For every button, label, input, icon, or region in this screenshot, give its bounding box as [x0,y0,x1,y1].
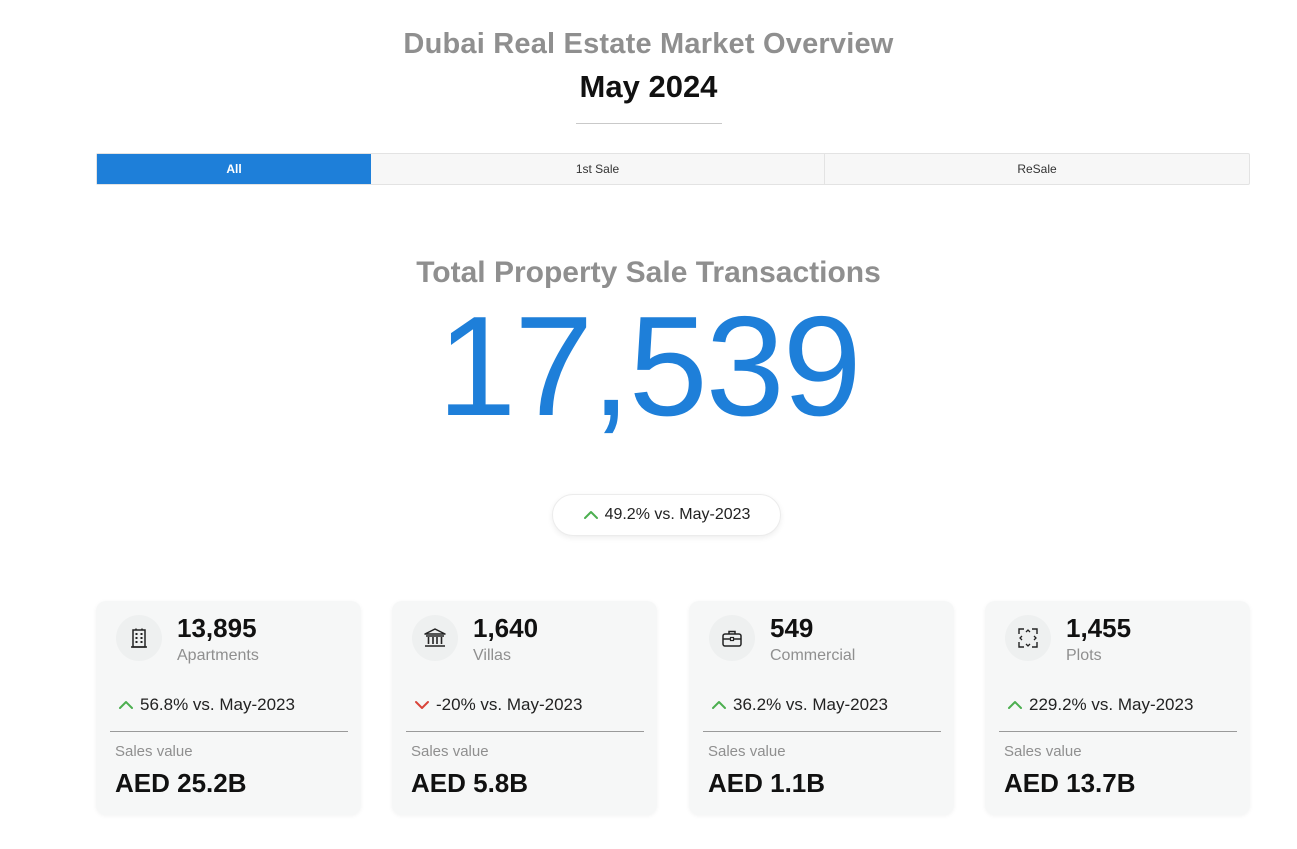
trend-up-icon [711,699,727,711]
trend-up-icon [118,699,134,711]
tab-resale[interactable]: ReSale [825,154,1249,184]
tab-all[interactable]: All [97,154,371,184]
villa-bank-icon [412,615,458,661]
commercial-sales-value: AED 1.1B [708,768,826,798]
commercial-change-text: 36.2% vs. May-2023 [733,695,888,714]
apartments-change: 56.8% vs. May-2023 [118,695,348,715]
commercial-change: 36.2% vs. May-2023 [711,695,941,715]
briefcase-icon [709,615,755,661]
sale-type-tabs: All 1st Sale ReSale [96,153,1250,185]
card-divider [999,731,1237,732]
plots-change: 229.2% vs. May-2023 [1007,695,1237,715]
trend-up-icon [583,509,599,521]
title-divider [575,123,722,124]
villas-card: 1,640 Villas -20% vs. May-2023 Sales val… [392,601,657,815]
villas-change: -20% vs. May-2023 [414,695,644,715]
apartments-sales-value: AED 25.2B [115,768,247,798]
commercial-card: 549 Commercial 36.2% vs. May-2023 Sales … [689,601,954,815]
card-divider [110,731,348,732]
plots-count: 1,455 [1066,613,1132,643]
trend-up-icon [1007,699,1023,711]
sales-value-label: Sales value [411,743,489,760]
total-transactions-label: Total Property Sale Transactions [416,256,881,289]
villas-sales-value: AED 5.8B [411,768,529,798]
total-transactions-change-badge: 49.2% vs. May-2023 [552,494,781,536]
tab-first-sale[interactable]: 1st Sale [371,154,825,184]
plots-card: 1,455 Plots 229.2% vs. May-2023 Sales va… [985,601,1250,815]
sales-value-label: Sales value [1004,743,1082,760]
plots-change-text: 229.2% vs. May-2023 [1029,695,1194,714]
header: Dubai Real Estate Market Overview May 20… [0,28,1297,124]
plot-expand-icon [1005,615,1051,661]
dashboard-page: Dubai Real Estate Market Overview May 20… [0,0,1297,849]
sales-value-label: Sales value [115,743,193,760]
sales-value-label: Sales value [708,743,786,760]
apartments-label: Apartments [177,647,259,664]
plots-label: Plots [1066,647,1102,664]
card-divider [406,731,644,732]
apartment-building-icon [116,615,162,661]
card-divider [703,731,941,732]
apartments-change-text: 56.8% vs. May-2023 [140,695,295,714]
plots-sales-value: AED 13.7B [1004,768,1136,798]
commercial-label: Commercial [770,647,856,664]
villas-label: Villas [473,647,511,664]
commercial-count: 549 [770,613,814,643]
total-change-text: 49.2% vs. May-2023 [604,506,751,523]
apartments-card: 13,895 Apartments 56.8% vs. May-2023 Sal… [96,601,361,815]
period-title: May 2024 [579,69,718,104]
villas-count: 1,640 [473,613,539,643]
page-title: Dubai Real Estate Market Overview [403,28,894,60]
total-transactions-value: 17,539 [437,287,861,446]
villas-change-text: -20% vs. May-2023 [436,695,583,714]
apartments-count: 13,895 [177,613,257,643]
trend-down-icon [414,699,430,711]
